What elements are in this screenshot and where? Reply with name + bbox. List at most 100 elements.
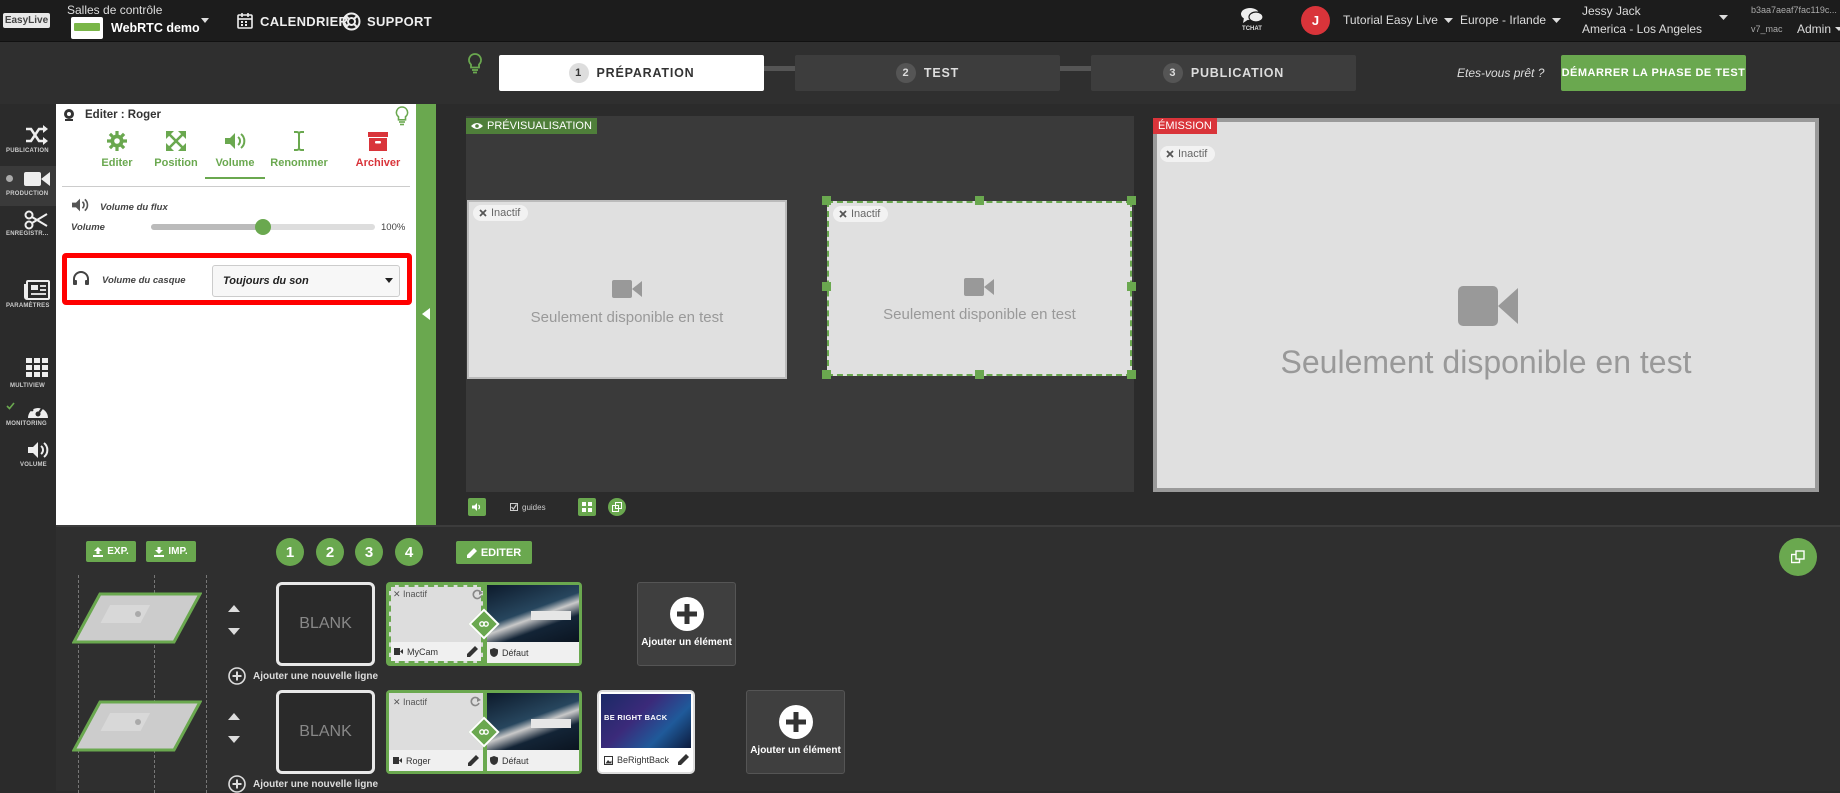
rail-volume[interactable]: VOLUME bbox=[0, 440, 56, 468]
export-button[interactable]: EXP. bbox=[86, 541, 136, 562]
resize-handle[interactable] bbox=[1127, 196, 1136, 205]
layout-1-button[interactable]: 1 bbox=[276, 538, 304, 566]
preview-tile-2-selected[interactable]: Inactif Seulement disponible en test bbox=[827, 201, 1132, 376]
top-bar: EasyLive Salles de contrôle WebRTC demo … bbox=[0, 0, 1840, 42]
resize-handle[interactable] bbox=[975, 196, 984, 205]
timezone[interactable]: America - Los Angeles bbox=[1582, 22, 1702, 36]
preview-area: PRÉVISUALISATION Inactif Seulement dispo… bbox=[466, 116, 1136, 492]
plus-circle-icon bbox=[228, 775, 246, 793]
row2-add-line-button[interactable]: Ajouter une nouvelle ligne bbox=[228, 775, 378, 793]
resize-handle[interactable] bbox=[822, 370, 831, 379]
row1-camera-card[interactable]: ✕ Inactif MyCam Défaut bbox=[386, 582, 582, 666]
user-name[interactable]: Jessy Jack bbox=[1582, 4, 1641, 18]
plus-circle-icon bbox=[747, 705, 844, 739]
guides-toggle[interactable]: guides bbox=[510, 503, 546, 512]
video-camera-icon bbox=[1458, 284, 1518, 328]
rail-production[interactable]: PRODUCTION bbox=[0, 166, 56, 206]
phase-test[interactable]: 2 TEST bbox=[795, 55, 1060, 91]
preview-popout-button[interactable] bbox=[607, 498, 626, 516]
rail-parameters[interactable]: PARAMÈTRES bbox=[0, 280, 56, 309]
room-name[interactable]: WebRTC demo bbox=[111, 21, 200, 35]
row2-blank-slot[interactable]: BLANK bbox=[276, 690, 375, 774]
pencil-icon[interactable] bbox=[468, 755, 479, 766]
row1-move-down-icon[interactable] bbox=[228, 628, 240, 636]
resize-handle[interactable] bbox=[975, 370, 984, 379]
tool-edit[interactable]: Editer bbox=[87, 130, 147, 169]
inactive-chip[interactable]: Inactif bbox=[473, 205, 529, 221]
row2-camera-card[interactable]: ✕ Inactif Roger Défaut bbox=[386, 690, 582, 774]
volume-slider-knob[interactable] bbox=[255, 219, 271, 235]
emission-screen[interactable]: Inactif Seulement disponible en test bbox=[1153, 118, 1819, 492]
easylive-logo[interactable]: EasyLive bbox=[3, 13, 50, 28]
phase-connector bbox=[1059, 66, 1092, 71]
chat-label: TCHAT bbox=[1242, 26, 1262, 32]
resize-handle[interactable] bbox=[822, 282, 831, 291]
rail-monitoring[interactable]: MONITORING bbox=[0, 400, 56, 427]
row1-add-element-button[interactable]: Ajouter un élément bbox=[637, 582, 736, 666]
headset-volume-select[interactable]: Toujours du son bbox=[212, 265, 400, 297]
refresh-icon[interactable] bbox=[472, 589, 483, 600]
preview-tile-1[interactable]: Inactif Seulement disponible en test bbox=[467, 200, 787, 379]
phase-publication[interactable]: 3 PUBLICATION bbox=[1091, 55, 1356, 91]
room-dropdown-caret-icon[interactable] bbox=[200, 15, 210, 25]
rail-publication[interactable]: PUBLICATION bbox=[0, 124, 56, 154]
pencil-icon[interactable] bbox=[467, 646, 478, 657]
user-caret-icon[interactable] bbox=[1719, 13, 1728, 22]
row2-layout-thumb[interactable] bbox=[72, 700, 202, 752]
inactive-chip[interactable]: ✕ Inactif bbox=[393, 589, 427, 600]
role-dropdown[interactable]: Admin bbox=[1797, 22, 1840, 36]
pencil-icon[interactable] bbox=[678, 754, 689, 765]
edit-layout-button[interactable]: EDITER bbox=[456, 541, 532, 564]
row2-move-down-icon[interactable] bbox=[228, 736, 240, 744]
preview-layout-button[interactable] bbox=[577, 498, 596, 516]
layout-2-button[interactable]: 2 bbox=[316, 538, 344, 566]
headphones-icon bbox=[72, 270, 90, 286]
refresh-icon[interactable] bbox=[470, 696, 481, 707]
preview-audio-button[interactable] bbox=[468, 498, 486, 516]
rail-recording[interactable]: ENREGISTR... bbox=[0, 210, 56, 237]
control-room-label: Salles de contrôle bbox=[67, 3, 163, 17]
row1-layout-thumb[interactable] bbox=[72, 592, 202, 644]
panel-collapse-bar[interactable] bbox=[416, 104, 436, 525]
resize-handle[interactable] bbox=[1127, 282, 1136, 291]
lightbulb-icon[interactable] bbox=[465, 52, 485, 74]
resize-handle[interactable] bbox=[1127, 370, 1136, 379]
row2-move-up-icon[interactable] bbox=[228, 713, 240, 721]
tutorial-dropdown[interactable]: Tutorial Easy Live bbox=[1343, 13, 1453, 27]
tool-archive[interactable]: Archiver bbox=[348, 130, 408, 169]
calendar-button[interactable]: CALENDRIER bbox=[236, 12, 348, 30]
inactive-chip[interactable]: ✕ Inactif bbox=[393, 697, 427, 708]
chat-button[interactable]: TCHAT bbox=[1238, 7, 1266, 32]
production-status-dot bbox=[6, 175, 13, 182]
plus-circle-icon bbox=[638, 597, 735, 631]
layout-4-button[interactable]: 4 bbox=[395, 538, 423, 566]
plus-circle-icon bbox=[228, 667, 246, 685]
support-button[interactable]: SUPPORT bbox=[342, 12, 432, 31]
user-avatar[interactable]: J bbox=[1301, 6, 1330, 35]
inactive-chip[interactable]: Inactif bbox=[833, 206, 889, 222]
region-dropdown[interactable]: Europe - Irlande bbox=[1460, 13, 1562, 27]
tool-position[interactable]: Position bbox=[146, 130, 206, 169]
editor-lightbulb-icon[interactable] bbox=[394, 106, 410, 126]
inactive-chip[interactable]: Inactif bbox=[1160, 146, 1216, 162]
row1-move-up-icon[interactable] bbox=[228, 605, 240, 613]
rail-multiview[interactable]: MULTIVIEW bbox=[0, 358, 56, 389]
tool-rename[interactable]: Renommer bbox=[264, 130, 334, 169]
start-test-phase-button[interactable]: DÉMARRER LA PHASE DE TEST bbox=[1561, 55, 1746, 91]
popout-panel-button[interactable] bbox=[1779, 538, 1817, 576]
brb-card[interactable]: BE RIGHT BACK BeRightBack bbox=[597, 690, 695, 774]
tool-volume[interactable]: Volume bbox=[205, 130, 265, 179]
unavailable-text: Seulement disponible en test bbox=[1280, 344, 1692, 380]
row1-add-line-button[interactable]: Ajouter une nouvelle ligne bbox=[228, 667, 378, 685]
row1-blank-slot[interactable]: BLANK bbox=[276, 582, 375, 666]
resize-handle[interactable] bbox=[822, 196, 831, 205]
popout-icon bbox=[611, 502, 622, 512]
calendar-icon bbox=[236, 12, 254, 30]
thumb-lower-third bbox=[531, 611, 571, 620]
image-icon bbox=[604, 755, 613, 765]
layout-3-button[interactable]: 3 bbox=[355, 538, 383, 566]
row2-add-element-button[interactable]: Ajouter un élément bbox=[746, 690, 845, 774]
import-button[interactable]: IMP. bbox=[146, 541, 196, 562]
phase-preparation[interactable]: 1 PRÉPARATION bbox=[499, 55, 764, 91]
popout-icon bbox=[1791, 550, 1805, 564]
